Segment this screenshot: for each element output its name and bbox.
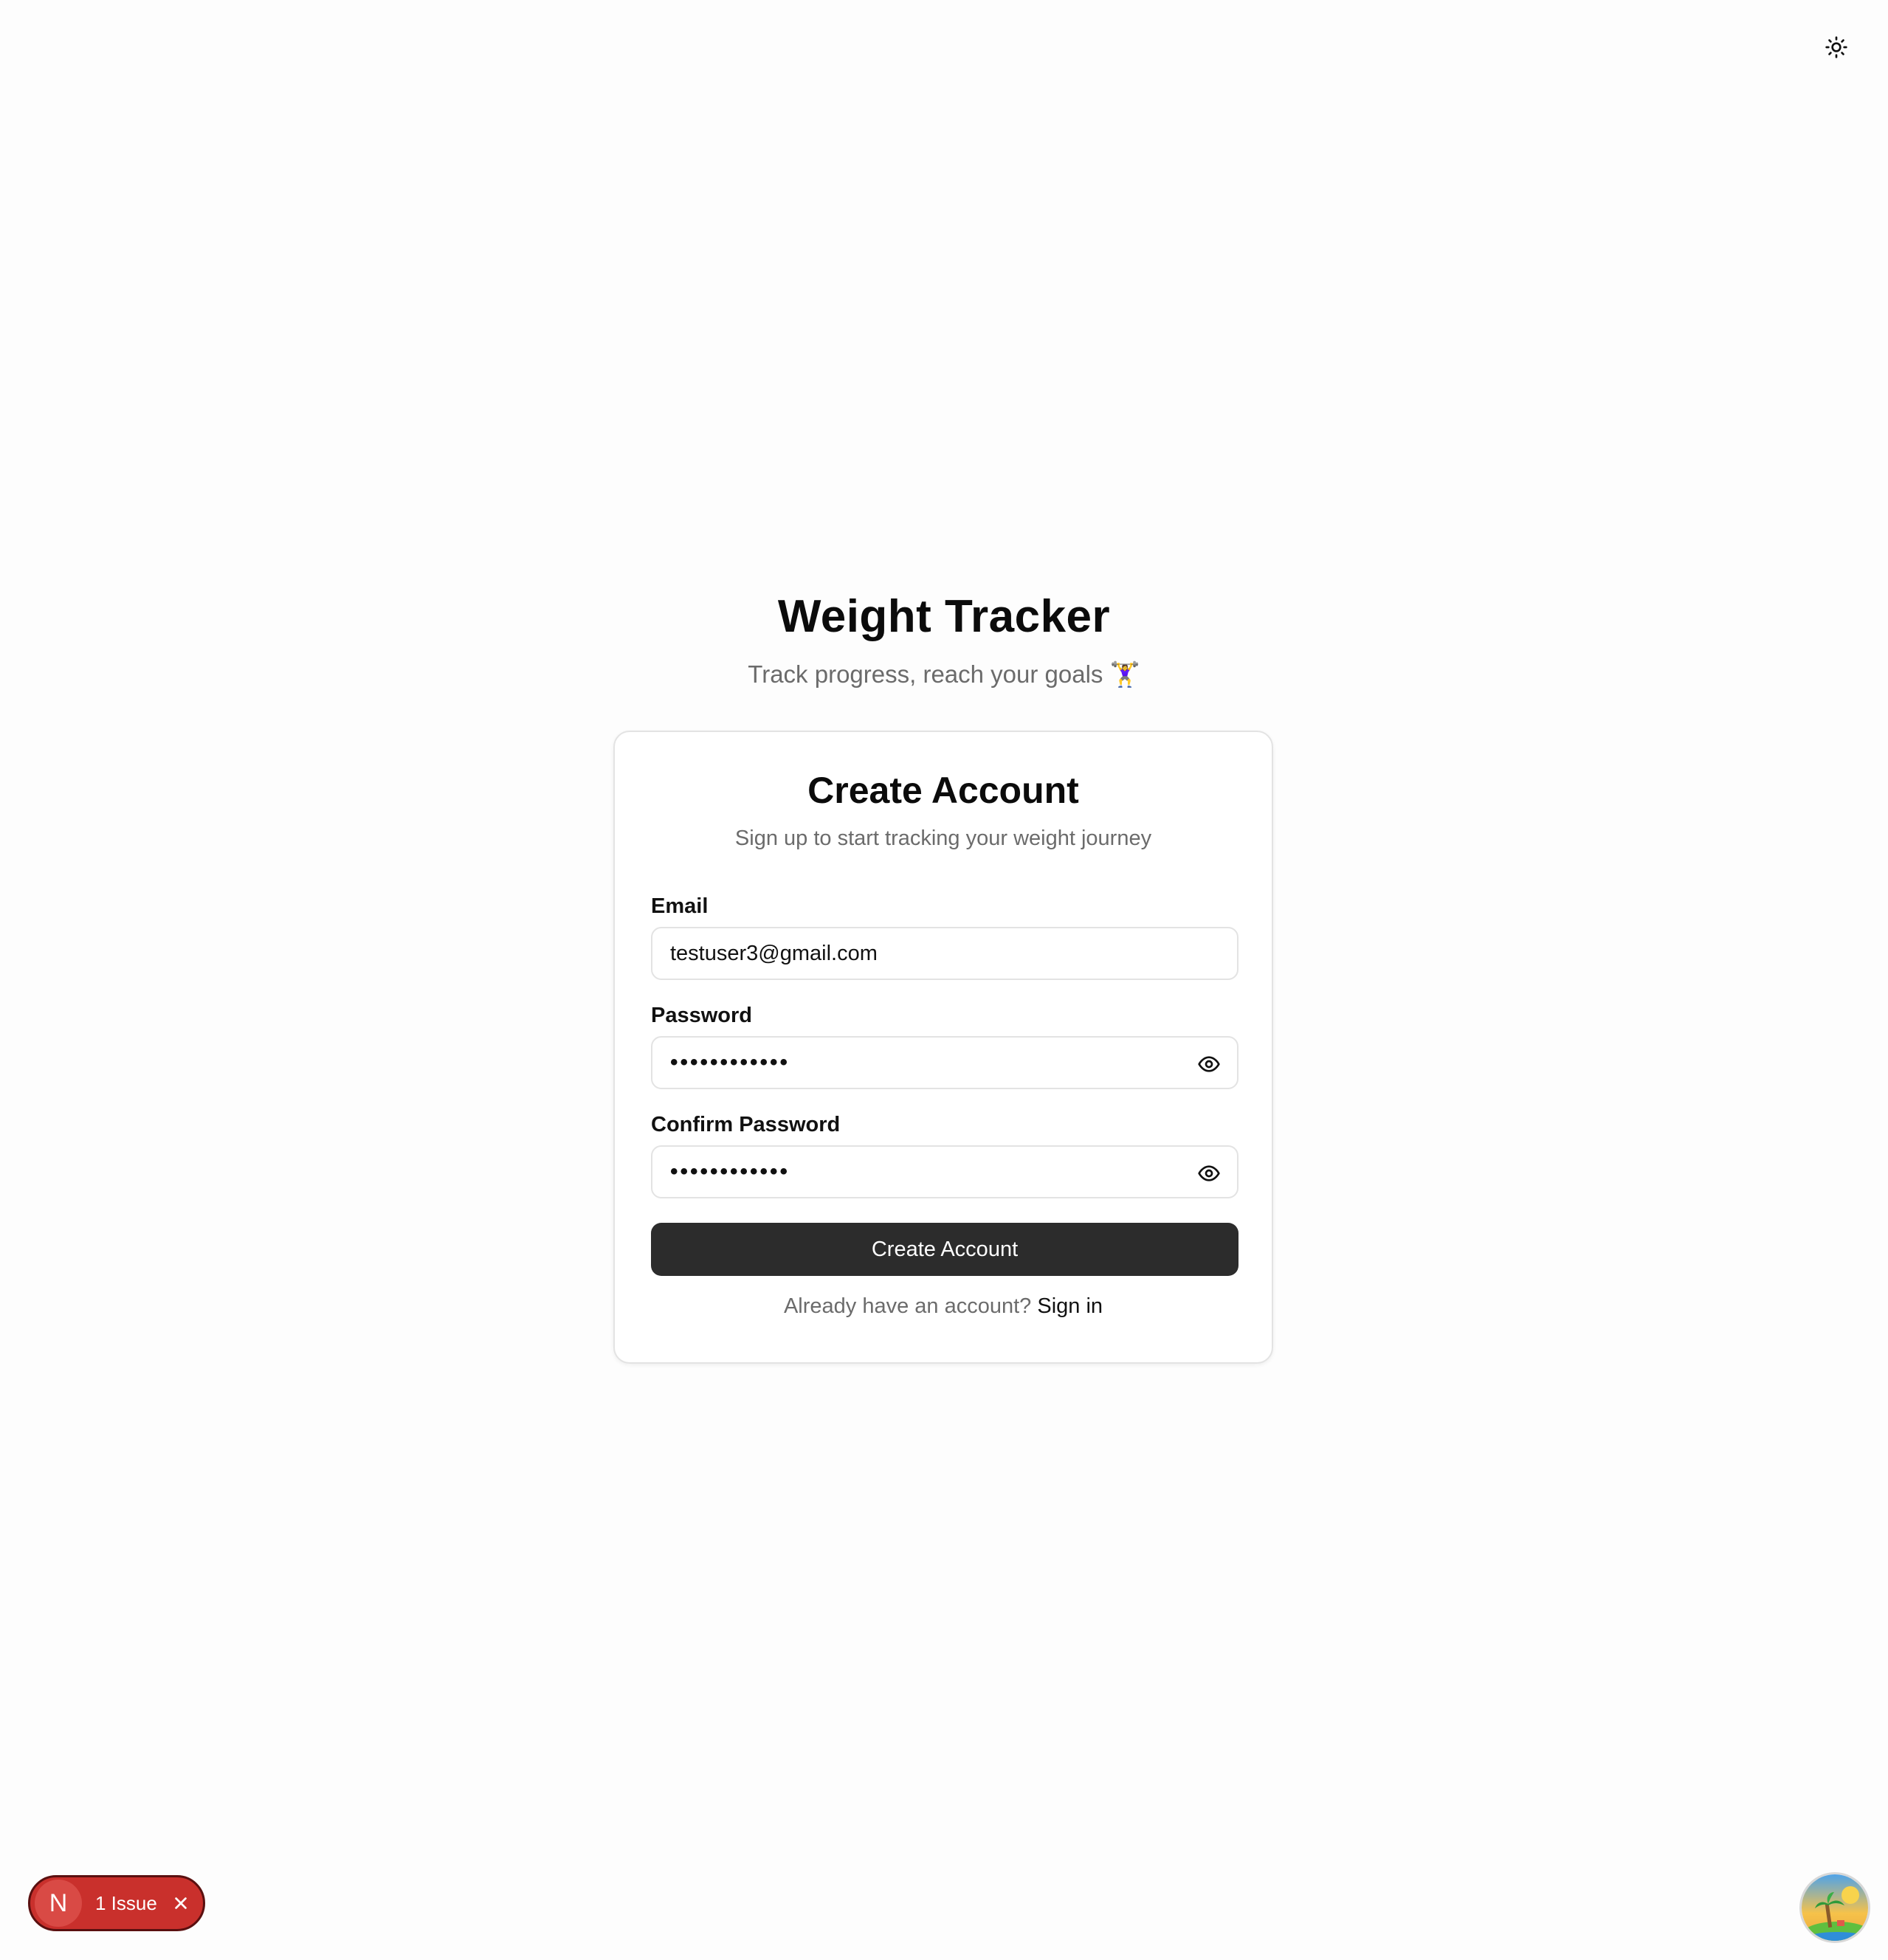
island-avatar-icon <box>1802 1874 1868 1941</box>
email-label: Email <box>651 894 709 918</box>
password-value: •••••••••••• <box>670 1050 790 1074</box>
signup-card: Create Account Sign up to start tracking… <box>613 731 1273 1364</box>
password-label: Password <box>651 1004 752 1027</box>
signin-prompt: Already have an account? Sign in <box>615 1294 1272 1319</box>
confirm-password-value: •••••••••••• <box>670 1159 790 1184</box>
app-header: Weight Tracker Track progress, reach you… <box>0 590 1888 689</box>
user-avatar[interactable] <box>1799 1872 1870 1943</box>
signin-prompt-text: Already have an account? <box>783 1294 1032 1318</box>
issue-count: 1 Issue <box>95 1891 157 1914</box>
eye-icon <box>1198 1165 1220 1181</box>
app-title: Weight Tracker <box>777 591 1111 642</box>
app-subtitle: Track progress, reach your goals 🏋️‍♀️ <box>0 660 1888 689</box>
card-description: Sign up to start tracking your weight jo… <box>734 827 1152 850</box>
issue-dismiss-button[interactable] <box>170 1893 191 1914</box>
weightlifter-emoji: 🏋️‍♀️ <box>1109 660 1140 688</box>
signin-link[interactable]: Sign in <box>1037 1294 1103 1318</box>
nextjs-logo-icon: N <box>35 1880 82 1927</box>
card-title: Create Account <box>807 770 1079 811</box>
theme-toggle-button[interactable] <box>1819 30 1854 65</box>
page: Weight Tracker Track progress, reach you… <box>0 0 1888 1960</box>
email-value: testuser3@gmail.com <box>670 941 878 965</box>
confirm-password-visibility-toggle[interactable] <box>1194 1159 1224 1188</box>
app-subtitle-text: Track progress, reach your goals <box>748 660 1103 688</box>
close-icon <box>175 1897 187 1909</box>
sun-icon <box>1825 36 1847 58</box>
confirm-password-field[interactable]: •••••••••••• <box>651 1145 1238 1198</box>
confirm-password-label: Confirm Password <box>651 1113 841 1136</box>
password-visibility-toggle[interactable] <box>1194 1049 1224 1079</box>
dev-issues-badge[interactable]: N 1 Issue <box>28 1875 205 1931</box>
email-field[interactable]: testuser3@gmail.com <box>651 927 1238 980</box>
eye-icon <box>1198 1056 1220 1072</box>
password-field[interactable]: •••••••••••• <box>651 1036 1238 1089</box>
create-account-button[interactable]: Create Account <box>651 1223 1238 1276</box>
